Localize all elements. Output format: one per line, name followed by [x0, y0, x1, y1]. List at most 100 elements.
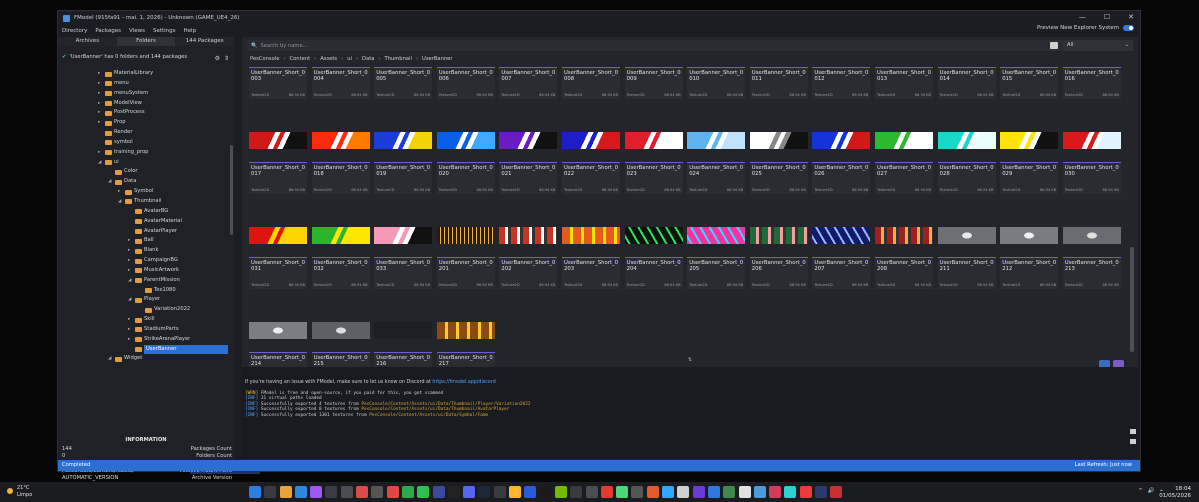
tree-item[interactable]: ◢ Player — [58, 295, 228, 305]
menu-help[interactable]: Help — [184, 28, 197, 34]
menu-settings[interactable]: Settings — [153, 28, 176, 34]
asset-tile[interactable]: UserBanner_Short_0012 Texture2D 86.94 KB — [812, 67, 871, 99]
taskbar-app-icon[interactable] — [371, 486, 384, 498]
taskbar-app-icon[interactable] — [769, 486, 782, 498]
tree-item[interactable]: Color — [58, 167, 228, 177]
banner-thumbnail[interactable] — [749, 227, 808, 244]
tree-item[interactable]: Variation2022 — [58, 305, 228, 315]
taskbar-app-icon[interactable] — [524, 486, 537, 498]
taskbar-app-icon[interactable] — [814, 486, 827, 498]
asset-tile[interactable]: UserBanner_Short_0204 Texture2D 86.94 KB — [624, 257, 683, 289]
asset-tile[interactable]: UserBanner_Short_0014 Texture2D 86.94 KB — [937, 67, 996, 99]
weather-widget[interactable]: 21°C Limpo — [7, 485, 32, 498]
banner-thumbnail[interactable] — [624, 227, 683, 244]
chevron-down-icon[interactable]: ◢ — [108, 354, 111, 364]
asset-tile[interactable]: UserBanner_Short_0201 Texture2D 86.94 KB — [436, 257, 495, 289]
tree-item[interactable]: ◢ Data — [58, 177, 228, 187]
taskbar-app-icon[interactable] — [279, 486, 292, 498]
tree-item[interactable]: Render — [58, 128, 228, 138]
asset-tile[interactable]: UserBanner_Short_0207 Texture2D 86.94 KB — [812, 257, 871, 289]
banner-thumbnail[interactable] — [374, 227, 433, 244]
tree-item[interactable]: AvatarMaterial — [58, 217, 228, 227]
menu-views[interactable]: Views — [129, 28, 145, 34]
taskbar-app-icon[interactable] — [830, 486, 843, 498]
breadcrumb-item[interactable]: Data — [362, 54, 374, 64]
tree-item[interactable]: ▸ training_prop — [58, 148, 228, 158]
asset-tile[interactable]: UserBanner_Short_0203 Texture2D 86.94 KB — [562, 257, 620, 289]
banner-thumbnail[interactable] — [1000, 227, 1059, 244]
asset-tile[interactable]: UserBanner_Short_0005 Texture2D 86.94 KB — [374, 67, 433, 99]
grid-scrollbar[interactable] — [1130, 247, 1134, 352]
asset-tile[interactable]: UserBanner_Short_0033 Texture2D 86.94 KB — [374, 257, 433, 289]
asset-tile[interactable]: UserBanner_Short_0015 Texture2D 86.94 KB — [1000, 67, 1059, 99]
banner-thumbnail[interactable] — [499, 132, 558, 149]
taskbar-app-icon[interactable] — [554, 486, 567, 498]
banner-thumbnail[interactable] — [562, 132, 620, 149]
taskbar-app-icon[interactable] — [570, 486, 583, 498]
chevron-right-icon[interactable]: ▸ — [98, 148, 100, 158]
volume-icon[interactable]: 🔊 — [1148, 488, 1155, 494]
chevron-right-icon[interactable]: ▸ — [98, 118, 100, 128]
tree-item[interactable]: ▸ Symbol — [58, 187, 228, 197]
tree-item[interactable]: ▸ StadiumParts — [58, 325, 228, 335]
breadcrumb-item[interactable]: Assets — [320, 54, 337, 64]
sort-icon[interactable]: ⇕ — [224, 55, 229, 62]
chevron-right-icon[interactable]: ▸ — [98, 108, 100, 118]
clock[interactable]: 18:04 01/05/2026 — [1159, 486, 1191, 499]
chevron-right-icon[interactable]: ▸ — [128, 325, 130, 335]
chevron-right-icon[interactable]: ▸ — [128, 266, 130, 276]
banner-thumbnail[interactable] — [1062, 132, 1121, 149]
asset-tile[interactable]: UserBanner_Short_0011 Texture2D 86.94 KB — [749, 67, 808, 99]
banner-thumbnail[interactable] — [937, 132, 996, 149]
asset-tile[interactable]: UserBanner_Short_0007 Texture2D 86.94 KB — [499, 67, 558, 99]
tree-item[interactable]: ▸ PostProcess — [58, 108, 228, 118]
asset-tile[interactable]: UserBanner_Short_0026 Texture2D 86.94 KB — [812, 162, 871, 194]
chevron-down-icon[interactable]: ◢ — [128, 295, 131, 305]
asset-tile[interactable]: UserBanner_Short_0022 Texture2D 86.94 KB — [562, 162, 620, 194]
maximize-button[interactable]: ☐ — [1104, 13, 1110, 21]
tray-overflow-icon[interactable]: ^ — [1138, 488, 1143, 494]
menu-packages[interactable]: Packages — [95, 28, 121, 34]
breadcrumb-item[interactable]: UserBanner — [422, 54, 452, 64]
taskbar-app-icon[interactable] — [478, 486, 491, 498]
search-input[interactable]: Search by name... — [260, 43, 307, 49]
tree-item[interactable]: ▸ Blank — [58, 246, 228, 256]
banner-thumbnail[interactable] — [687, 132, 746, 149]
tree-item[interactable]: ▸ Prop — [58, 118, 228, 128]
asset-tile[interactable]: UserBanner_Short_0030 Texture2D 86.94 KB — [1062, 162, 1121, 194]
tree-item[interactable]: AvatarBG — [58, 207, 228, 217]
folder-icon[interactable] — [1130, 429, 1136, 434]
asset-tile[interactable]: UserBanner_Short_0205 Texture2D 86.94 KB — [687, 257, 746, 289]
taskbar-app-icon[interactable] — [509, 486, 522, 498]
taskbar-app-icon[interactable] — [738, 486, 751, 498]
asset-tile[interactable]: UserBanner_Short_0032 Texture2D 86.94 KB — [311, 257, 370, 289]
chevron-right-icon[interactable]: ▸ — [128, 335, 130, 345]
banner-thumbnail[interactable] — [562, 227, 620, 244]
taskbar-app-icon[interactable] — [631, 486, 644, 498]
splitter-handle[interactable]: ⇅ — [242, 357, 1138, 365]
banner-thumbnail[interactable] — [311, 227, 370, 244]
banner-thumbnail[interactable] — [311, 322, 370, 339]
banner-thumbnail[interactable] — [875, 227, 933, 244]
chevron-right-icon[interactable]: ▸ — [98, 99, 100, 109]
asset-tile[interactable]: UserBanner_Short_0027 Texture2D 86.94 KB — [875, 162, 933, 194]
taskbar-app-icon[interactable] — [340, 486, 353, 498]
asset-tile[interactable]: UserBanner_Short_0208 Texture2D 86.94 KB — [875, 257, 933, 289]
banner-thumbnail[interactable] — [875, 132, 933, 149]
asset-tile[interactable]: UserBanner_Short_0004 Texture2D 86.94 KB — [311, 67, 370, 99]
chevron-down-icon[interactable]: ◢ — [98, 158, 101, 168]
banner-thumbnail[interactable] — [311, 132, 370, 149]
banner-thumbnail[interactable] — [436, 132, 495, 149]
banner-thumbnail[interactable] — [249, 227, 307, 244]
taskbar-app-icon[interactable] — [463, 486, 476, 498]
tree-item[interactable]: ▸ Skill — [58, 315, 228, 325]
tree-item[interactable]: UserBanner — [58, 344, 228, 355]
taskbar-app-icon[interactable] — [401, 486, 414, 498]
taskbar-app-icon[interactable] — [447, 486, 460, 498]
taskbar-app-icon[interactable] — [310, 486, 323, 498]
tree-item[interactable]: ▸ MaterialLibrary — [58, 69, 228, 79]
asset-tile[interactable]: UserBanner_Short_0211 Texture2D 86.94 KB — [937, 257, 996, 289]
banner-thumbnail[interactable] — [812, 227, 871, 244]
taskbar-app-icon[interactable] — [386, 486, 399, 498]
breadcrumb-item[interactable]: ui — [347, 54, 352, 64]
